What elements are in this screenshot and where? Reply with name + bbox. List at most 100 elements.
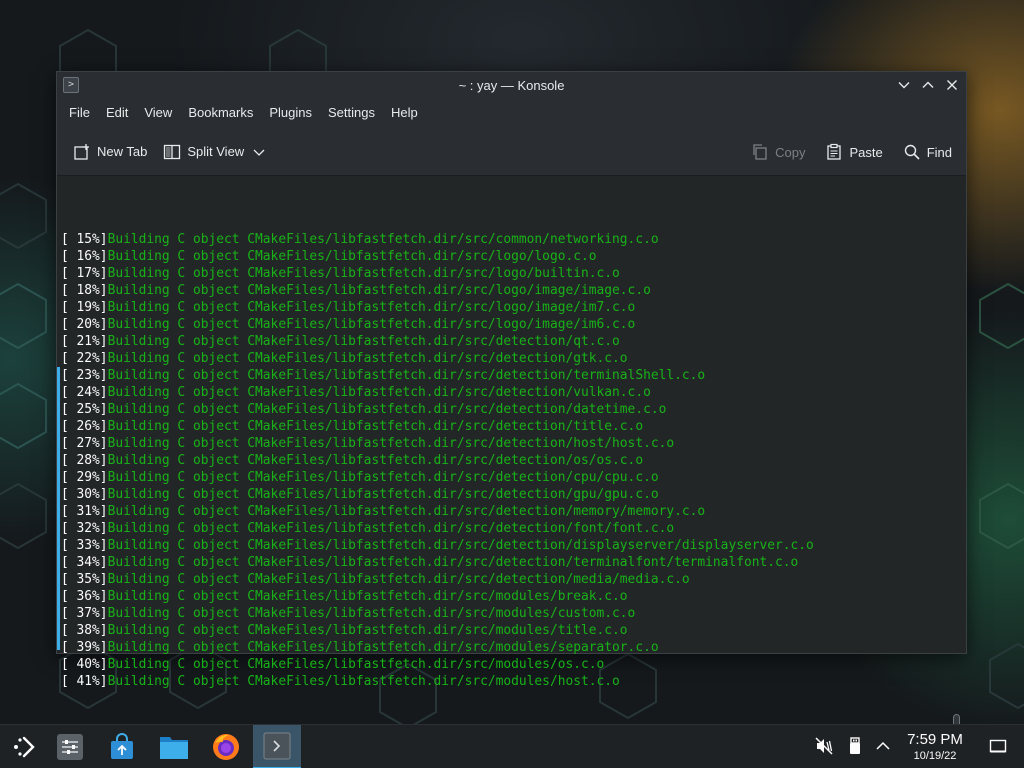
- terminal-line: [ 31%] Building C object CMakeFiles/libf…: [61, 503, 966, 520]
- build-message: Building C object CMakeFiles/libfastfetc…: [107, 351, 628, 366]
- build-message: Building C object CMakeFiles/libfastfetc…: [107, 232, 659, 247]
- paste-label: Paste: [849, 144, 883, 160]
- konsole-icon: [263, 732, 291, 760]
- build-message: Building C object CMakeFiles/libfastfetc…: [107, 385, 651, 400]
- chevron-up-icon: [922, 81, 934, 88]
- terminal-line: [ 18%] Building C object CMakeFiles/libf…: [61, 282, 966, 299]
- build-message: Building C object CMakeFiles/libfastfetc…: [107, 334, 620, 349]
- terminal-line: [ 28%] Building C object CMakeFiles/libf…: [61, 452, 966, 469]
- tray-device[interactable]: [844, 735, 866, 757]
- terminal-line: [ 41%] Building C object CMakeFiles/libf…: [61, 673, 966, 690]
- build-message: Building C object CMakeFiles/libfastfetc…: [107, 317, 636, 332]
- build-progress-percent: [ 25%]: [61, 402, 108, 417]
- build-message: Building C object CMakeFiles/libfastfetc…: [107, 453, 644, 468]
- build-message: Building C object CMakeFiles/libfastfetc…: [107, 606, 636, 621]
- menu-view[interactable]: View: [136, 98, 180, 128]
- digital-clock[interactable]: 7:59 PM 10/19/22: [896, 731, 974, 763]
- new-tab-icon: [74, 143, 89, 160]
- build-message: Building C object CMakeFiles/libfastfetc…: [107, 521, 675, 536]
- copy-icon: [753, 144, 767, 160]
- terminal-line: [ 24%] Building C object CMakeFiles/libf…: [61, 384, 966, 401]
- application-launcher-button[interactable]: [0, 725, 48, 768]
- build-message: Building C object CMakeFiles/libfastfetc…: [107, 402, 667, 417]
- build-message: Building C object CMakeFiles/libfastfetc…: [107, 419, 644, 434]
- split-view-icon: [164, 144, 181, 159]
- build-progress-percent: [ 32%]: [61, 521, 108, 536]
- konsole-window[interactable]: > ~ : yay — Konsole File Edit View Bookm…: [56, 71, 967, 752]
- menu-file[interactable]: File: [61, 98, 98, 128]
- copy-button[interactable]: Copy: [743, 137, 813, 167]
- minimize-button[interactable]: [894, 75, 914, 95]
- menu-bookmarks[interactable]: Bookmarks: [180, 98, 261, 128]
- taskbar: 7:59 PM 10/19/22: [0, 724, 1024, 768]
- build-message: Building C object CMakeFiles/libfastfetc…: [107, 555, 799, 570]
- show-desktop-button[interactable]: [987, 735, 1009, 757]
- chevron-down-icon: [898, 82, 910, 89]
- build-progress-percent: [ 27%]: [61, 436, 108, 451]
- find-button[interactable]: Find: [895, 137, 960, 167]
- paste-icon: [827, 143, 842, 160]
- menu-edit[interactable]: Edit: [98, 98, 136, 128]
- terminal-line: [ 39%] Building C object CMakeFiles/libf…: [61, 639, 966, 656]
- terminal-line: [ 32%] Building C object CMakeFiles/libf…: [61, 520, 966, 537]
- build-progress-percent: [ 22%]: [61, 351, 108, 366]
- new-tab-label: New Tab: [97, 144, 148, 159]
- menubar: File Edit View Bookmarks Plugins Setting…: [57, 98, 966, 128]
- build-message: Building C object CMakeFiles/libfastfetc…: [107, 674, 620, 689]
- terminal-line: [ 38%] Building C object CMakeFiles/libf…: [61, 622, 966, 639]
- chevron-down-icon[interactable]: [252, 145, 266, 159]
- find-label: Find: [926, 144, 952, 160]
- terminal-line: [ 17%] Building C object CMakeFiles/libf…: [61, 265, 966, 282]
- show-desktop-icon: [989, 739, 1007, 753]
- build-message: Building C object CMakeFiles/libfastfetc…: [107, 283, 651, 298]
- build-progress-percent: [ 41%]: [61, 674, 108, 689]
- window-titlebar[interactable]: > ~ : yay — Konsole: [57, 72, 966, 98]
- build-progress-percent: [ 30%]: [61, 487, 108, 502]
- clock-date: 10/19/22: [913, 750, 957, 762]
- terminal-line: [ 29%] Building C object CMakeFiles/libf…: [61, 469, 966, 486]
- menu-settings[interactable]: Settings: [320, 98, 383, 128]
- menu-plugins[interactable]: Plugins: [261, 98, 320, 128]
- copy-label: Copy: [775, 144, 806, 160]
- terminal-line: [ 26%] Building C object CMakeFiles/libf…: [61, 418, 966, 435]
- build-progress-percent: [ 26%]: [61, 419, 108, 434]
- file-manager-icon: [160, 737, 188, 759]
- konsole-app-icon[interactable]: >: [63, 77, 79, 93]
- build-progress-percent: [ 16%]: [61, 249, 108, 264]
- taskbar-firefox[interactable]: [202, 725, 250, 768]
- maximize-button[interactable]: [918, 75, 938, 95]
- split-view-button[interactable]: Split View: [155, 137, 274, 167]
- terminal-line: [ 34%] Building C object CMakeFiles/libf…: [61, 554, 966, 571]
- build-message: Building C object CMakeFiles/libfastfetc…: [107, 657, 605, 672]
- build-progress-percent: [ 39%]: [61, 640, 108, 655]
- build-progress-percent: [ 20%]: [61, 317, 108, 332]
- terminal-line: [ 33%] Building C object CMakeFiles/libf…: [61, 537, 966, 554]
- build-message: Building C object CMakeFiles/libfastfetc…: [107, 487, 659, 502]
- build-progress-percent: [ 18%]: [61, 283, 108, 298]
- chevron-up-icon: [876, 741, 890, 750]
- terminal-line: [ 16%] Building C object CMakeFiles/libf…: [61, 248, 966, 265]
- system-settings-icon: [57, 734, 83, 760]
- tray-expander[interactable]: [872, 735, 894, 757]
- build-message: Building C object CMakeFiles/libfastfetc…: [107, 266, 620, 281]
- terminal-line: [ 15%] Building C object CMakeFiles/libf…: [61, 231, 966, 248]
- menu-help[interactable]: Help: [383, 98, 426, 128]
- build-progress-percent: [ 28%]: [61, 453, 108, 468]
- build-progress-percent: [ 40%]: [61, 657, 108, 672]
- terminal-line: [ 36%] Building C object CMakeFiles/libf…: [61, 588, 966, 605]
- taskbar-konsole[interactable]: [253, 725, 301, 768]
- new-tab-button[interactable]: New Tab: [65, 137, 155, 167]
- taskbar-file-manager[interactable]: [150, 725, 198, 768]
- build-progress-percent: [ 37%]: [61, 606, 108, 621]
- terminal-output[interactable]: [ 15%] Building C object CMakeFiles/libf…: [57, 176, 966, 752]
- paste-button[interactable]: Paste: [817, 137, 890, 167]
- build-progress-percent: [ 17%]: [61, 266, 108, 281]
- terminal-line: [ 20%] Building C object CMakeFiles/libf…: [61, 316, 966, 333]
- build-progress-percent: [ 23%]: [61, 368, 108, 383]
- taskbar-discover[interactable]: [98, 725, 146, 768]
- firefox-icon: [213, 734, 239, 760]
- taskbar-system-settings[interactable]: [46, 725, 94, 768]
- close-button[interactable]: [942, 75, 962, 95]
- tray-volume[interactable]: [813, 735, 835, 757]
- build-progress-percent: [ 33%]: [61, 538, 108, 553]
